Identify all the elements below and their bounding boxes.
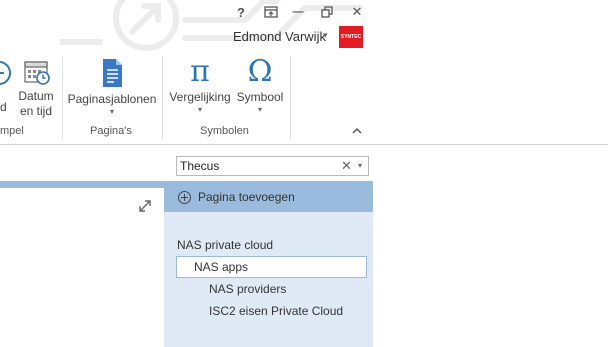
note-header-bar <box>0 181 164 188</box>
ribbon-separator <box>162 56 163 140</box>
page-templates-button[interactable]: Paginasjablonen ▾ <box>66 58 158 116</box>
page-templates-label: Paginasjablonen <box>67 92 157 106</box>
close-button[interactable]: ✕ <box>344 2 370 22</box>
page-item-nas-private-cloud[interactable]: NAS private cloud <box>177 238 273 252</box>
page-item-nas-providers[interactable]: NAS providers <box>209 282 286 296</box>
page-template-icon <box>103 59 122 87</box>
symbol-label: Symbool <box>236 90 284 104</box>
restore-button[interactable] <box>314 2 340 22</box>
user-name[interactable]: Edmond Varwijk <box>233 29 326 44</box>
search-scope-chevron-down-icon[interactable]: ▾ <box>358 160 362 172</box>
equation-button[interactable]: π Vergelijking ▾ <box>166 54 234 115</box>
time-button[interactable]: d <box>0 60 11 114</box>
ribbon-separator <box>62 56 63 140</box>
pages-panel: Pagina toevoegen NAS private cloud NAS a… <box>164 181 373 347</box>
page-item-nas-apps[interactable]: NAS apps <box>176 256 367 278</box>
ribbon-display-options-button[interactable] <box>258 2 284 22</box>
restore-down-icon <box>321 6 333 18</box>
page-item-label: ISC2 eisen Private Cloud <box>209 304 344 318</box>
pi-icon: π <box>190 54 210 89</box>
calendar-icon <box>24 61 50 85</box>
time-button-label: d <box>0 100 7 114</box>
datetime-label-line1: Datum <box>18 89 54 103</box>
omega-icon: Ω <box>247 54 273 89</box>
ribbon-separator <box>290 56 291 140</box>
equation-label: Vergelijking <box>169 90 231 104</box>
page-item-label: NAS apps <box>194 260 249 274</box>
clear-search-icon[interactable]: ✕ <box>341 158 352 174</box>
add-page-button[interactable]: Pagina toevoegen <box>164 181 373 212</box>
minimize-button[interactable]: — <box>285 2 311 22</box>
ribbon: d Datum en tijd Paginasjablonen ▾ π Verg… <box>0 52 608 145</box>
search-input[interactable] <box>180 158 335 174</box>
ribbon-display-options-icon <box>264 6 278 18</box>
datetime-label-line2: en tijd <box>19 104 53 118</box>
add-circle-icon <box>178 191 191 204</box>
title-bar: ? — ✕ Edmond Varwijk ▾ SYNTEC <box>0 0 608 52</box>
datetime-button[interactable]: Datum en tijd <box>14 58 58 119</box>
add-page-label: Pagina toevoegen <box>198 190 295 204</box>
expand-diagonal-icon[interactable] <box>138 199 152 213</box>
user-menu-chevron-icon[interactable]: ▾ <box>323 30 328 41</box>
avatar[interactable]: SYNTEC <box>339 26 363 48</box>
collapse-ribbon-chevron-up-icon[interactable] <box>352 126 362 138</box>
page-item-isc2-eisen[interactable]: ISC2 eisen Private Cloud <box>209 304 343 318</box>
page-item-label: NAS providers <box>209 282 287 296</box>
equation-chevron-icon: ▾ <box>197 105 202 114</box>
search-box: ✕ ▾ <box>176 156 369 176</box>
page-item-label: NAS private cloud <box>177 238 274 252</box>
page-templates-chevron-icon: ▾ <box>109 107 114 116</box>
group-label-symbols: Symbolen <box>200 125 249 137</box>
group-label-pages: Pagina's <box>90 125 132 137</box>
group-label-stamp: mpel <box>0 125 24 137</box>
symbol-button[interactable]: Ω Symbool ▾ <box>234 54 286 115</box>
help-button[interactable]: ? <box>228 2 254 22</box>
symbol-chevron-icon: ▾ <box>257 105 262 114</box>
clock-icon <box>0 61 11 85</box>
